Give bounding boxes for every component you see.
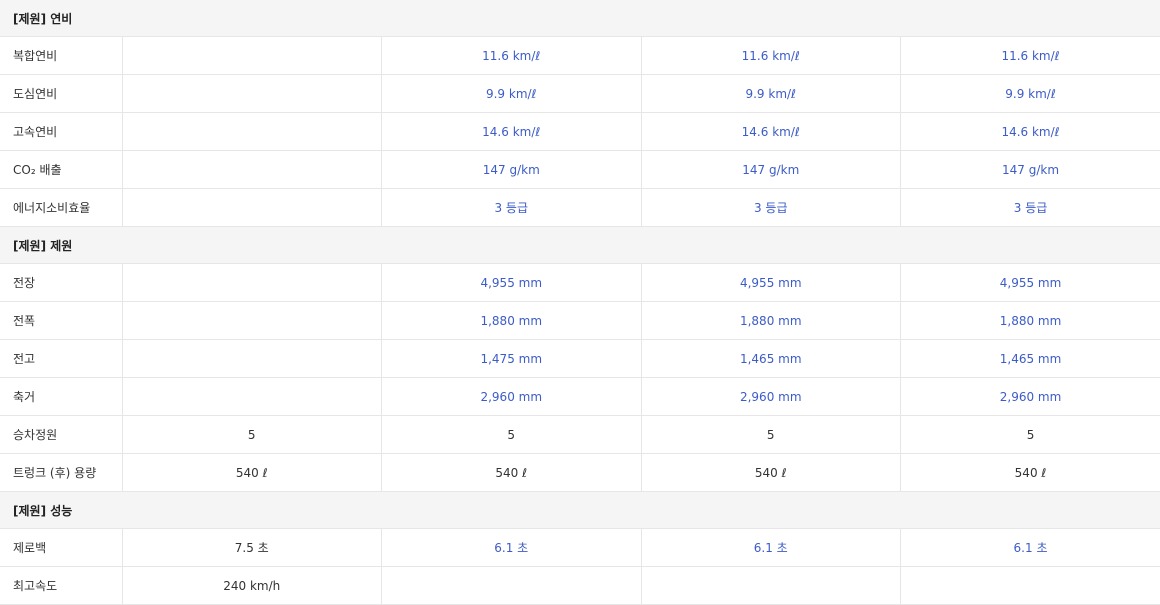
table-row: 제로백7.5 초6.1 초6.1 초6.1 초 bbox=[0, 529, 1160, 567]
value-cell: 1,880 mm bbox=[901, 302, 1160, 340]
value-cell: 6.1 초 bbox=[641, 529, 901, 567]
table-row: 전폭1,880 mm1,880 mm1,880 mm bbox=[0, 302, 1160, 340]
value-cell: 6.1 초 bbox=[382, 529, 642, 567]
section-header: [제원] 연비 bbox=[0, 0, 1160, 37]
value-cell: 5 bbox=[641, 416, 901, 454]
value-cell: 2,960 mm bbox=[382, 378, 642, 416]
value-cell bbox=[122, 340, 382, 378]
value-cell: 3 등급 bbox=[382, 189, 642, 227]
value-cell: 5 bbox=[901, 416, 1160, 454]
value-cell: 1,880 mm bbox=[382, 302, 642, 340]
value-cell: 4,955 mm bbox=[901, 264, 1160, 302]
value-cell bbox=[122, 151, 382, 189]
value-cell bbox=[382, 567, 642, 605]
table-row: 승차정원5555 bbox=[0, 416, 1160, 454]
value-cell: 540 ℓ bbox=[122, 454, 382, 492]
value-cell: 11.6 km/ℓ bbox=[641, 37, 901, 75]
value-cell: 2,960 mm bbox=[901, 378, 1160, 416]
value-cell bbox=[122, 37, 382, 75]
value-cell: 14.6 km/ℓ bbox=[382, 113, 642, 151]
table-row: CO₂ 배출147 g/km147 g/km147 g/km bbox=[0, 151, 1160, 189]
section-header: [제원] 제원 bbox=[0, 227, 1160, 264]
row-label: 승차정원 bbox=[0, 416, 122, 454]
value-cell bbox=[122, 75, 382, 113]
row-label: 전폭 bbox=[0, 302, 122, 340]
value-cell: 1,465 mm bbox=[901, 340, 1160, 378]
value-cell bbox=[122, 264, 382, 302]
table-row: 축거2,960 mm2,960 mm2,960 mm bbox=[0, 378, 1160, 416]
value-cell: 9.9 km/ℓ bbox=[901, 75, 1160, 113]
value-cell: 6.1 초 bbox=[901, 529, 1160, 567]
row-label: CO₂ 배출 bbox=[0, 151, 122, 189]
table-row: 복합연비11.6 km/ℓ11.6 km/ℓ11.6 km/ℓ bbox=[0, 37, 1160, 75]
section-title: [제원] 성능 bbox=[0, 492, 1160, 529]
value-cell: 540 ℓ bbox=[901, 454, 1160, 492]
row-label: 최고속도 bbox=[0, 567, 122, 605]
value-cell bbox=[122, 113, 382, 151]
value-cell: 147 g/km bbox=[901, 151, 1160, 189]
value-cell: 1,465 mm bbox=[641, 340, 901, 378]
value-cell bbox=[122, 378, 382, 416]
value-cell: 147 g/km bbox=[382, 151, 642, 189]
value-cell bbox=[641, 567, 901, 605]
value-cell: 11.6 km/ℓ bbox=[382, 37, 642, 75]
value-cell: 1,475 mm bbox=[382, 340, 642, 378]
row-label: 전장 bbox=[0, 264, 122, 302]
value-cell: 147 g/km bbox=[641, 151, 901, 189]
value-cell: 1,880 mm bbox=[641, 302, 901, 340]
row-label: 전고 bbox=[0, 340, 122, 378]
table-row: 전고1,475 mm1,465 mm1,465 mm bbox=[0, 340, 1160, 378]
value-cell: 14.6 km/ℓ bbox=[641, 113, 901, 151]
value-cell: 3 등급 bbox=[641, 189, 901, 227]
value-cell: 3 등급 bbox=[901, 189, 1160, 227]
row-label: 축거 bbox=[0, 378, 122, 416]
section-title: [제원] 제원 bbox=[0, 227, 1160, 264]
value-cell: 240 km/h bbox=[122, 567, 382, 605]
value-cell bbox=[122, 302, 382, 340]
value-cell: 540 ℓ bbox=[382, 454, 642, 492]
row-label: 제로백 bbox=[0, 529, 122, 567]
spec-table-body: [제원] 연비복합연비11.6 km/ℓ11.6 km/ℓ11.6 km/ℓ도심… bbox=[0, 0, 1160, 605]
value-cell: 540 ℓ bbox=[641, 454, 901, 492]
value-cell: 4,955 mm bbox=[382, 264, 642, 302]
table-row: 도심연비9.9 km/ℓ9.9 km/ℓ9.9 km/ℓ bbox=[0, 75, 1160, 113]
value-cell: 9.9 km/ℓ bbox=[641, 75, 901, 113]
table-row: 고속연비14.6 km/ℓ14.6 km/ℓ14.6 km/ℓ bbox=[0, 113, 1160, 151]
value-cell: 5 bbox=[122, 416, 382, 454]
value-cell: 4,955 mm bbox=[641, 264, 901, 302]
section-header: [제원] 성능 bbox=[0, 492, 1160, 529]
value-cell: 5 bbox=[382, 416, 642, 454]
row-label: 도심연비 bbox=[0, 75, 122, 113]
value-cell: 9.9 km/ℓ bbox=[382, 75, 642, 113]
value-cell: 2,960 mm bbox=[641, 378, 901, 416]
table-row: 최고속도240 km/h bbox=[0, 567, 1160, 605]
section-title: [제원] 연비 bbox=[0, 0, 1160, 37]
value-cell: 14.6 km/ℓ bbox=[901, 113, 1160, 151]
spec-table: [제원] 연비복합연비11.6 km/ℓ11.6 km/ℓ11.6 km/ℓ도심… bbox=[0, 0, 1160, 605]
row-label: 복합연비 bbox=[0, 37, 122, 75]
table-row: 트렁크 (후) 용량540 ℓ540 ℓ540 ℓ540 ℓ bbox=[0, 454, 1160, 492]
table-row: 에너지소비효율3 등급3 등급3 등급 bbox=[0, 189, 1160, 227]
table-row: 전장4,955 mm4,955 mm4,955 mm bbox=[0, 264, 1160, 302]
value-cell bbox=[901, 567, 1160, 605]
row-label: 고속연비 bbox=[0, 113, 122, 151]
value-cell: 7.5 초 bbox=[122, 529, 382, 567]
row-label: 트렁크 (후) 용량 bbox=[0, 454, 122, 492]
value-cell: 11.6 km/ℓ bbox=[901, 37, 1160, 75]
row-label: 에너지소비효율 bbox=[0, 189, 122, 227]
value-cell bbox=[122, 189, 382, 227]
